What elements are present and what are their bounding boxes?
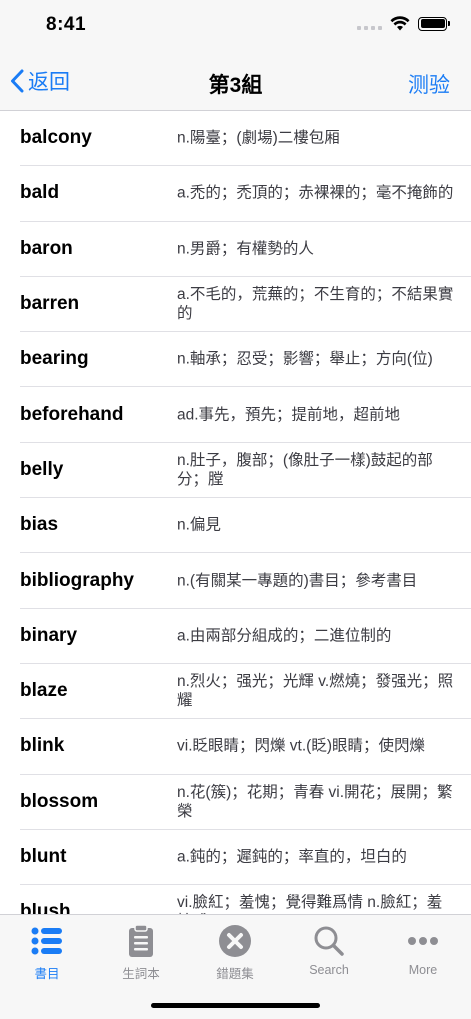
more-icon bbox=[408, 937, 438, 945]
tab-label: 錯題集 bbox=[216, 967, 254, 981]
word-term: blink bbox=[20, 735, 65, 757]
list-item[interactable]: blunt a.鈍的；遲鈍的；率直的，坦白的 bbox=[20, 830, 471, 886]
word-term: blaze bbox=[20, 680, 68, 702]
navigation-bar: 返回 第3組 测验 bbox=[0, 50, 471, 111]
word-meaning: ad.事先，預先；提前地，超前地 bbox=[177, 406, 401, 424]
list-item[interactable]: bearing n.軸承；忍受；影響；舉止；方向(位) bbox=[20, 332, 471, 388]
word-meaning: n.烈火；强光；光輝 v.燃燒；發强光；照耀 bbox=[177, 673, 454, 710]
list-item[interactable]: blush vi.臉紅；羞愧；覺得難爲情 n.臉紅；羞愧感 bbox=[20, 885, 471, 914]
status-time: 8:41 bbox=[46, 14, 87, 35]
x-circle-icon bbox=[219, 925, 251, 957]
list-item[interactable]: beforehand ad.事先，預先；提前地，超前地 bbox=[20, 387, 471, 443]
word-meaning: n.花(簇)；花期；青春 vi.開花；展開；繁榮 bbox=[177, 783, 453, 820]
battery-icon bbox=[418, 16, 450, 31]
tab-book-list[interactable]: 書目 bbox=[0, 923, 94, 982]
list-item[interactable]: balcony n.陽臺；(劇場)二樓包厢 bbox=[20, 111, 471, 167]
list-item[interactable]: belly n.肚子，腹部；(像肚子一樣)鼓起的部分；膛 bbox=[20, 443, 471, 499]
list-item[interactable]: blossom n.花(簇)；花期；青春 vi.開花；展開；繁榮 bbox=[20, 775, 471, 830]
word-meaning: a.不毛的，荒蕪的；不生育的；不結果實的 bbox=[177, 286, 454, 323]
word-term: bibliography bbox=[20, 569, 134, 591]
word-meaning: n.(有關某一專題的)書目；參考書目 bbox=[177, 572, 418, 590]
word-term: binary bbox=[20, 624, 78, 646]
word-list[interactable]: balcony n.陽臺；(劇場)二樓包厢 bald a.禿的；禿頂的；赤裸裸的… bbox=[0, 111, 471, 914]
word-term: bearing bbox=[20, 348, 89, 370]
word-meaning: vi.眨眼睛；閃爍 vt.(眨)眼睛；使閃爍 bbox=[177, 737, 425, 755]
word-meaning: n.軸承；忍受；影響；舉止；方向(位) bbox=[177, 350, 433, 368]
word-meaning: n.陽臺；(劇場)二樓包厢 bbox=[177, 129, 340, 147]
list-item[interactable]: bald a.禿的；禿頂的；赤裸裸的；毫不掩飾的 bbox=[20, 166, 471, 222]
word-term: barren bbox=[20, 293, 80, 315]
tab-more[interactable]: More bbox=[376, 923, 470, 977]
word-meaning: n.肚子，腹部；(像肚子一樣)鼓起的部分；膛 bbox=[177, 451, 433, 488]
tab-label: 書目 bbox=[34, 967, 60, 981]
tab-label: More bbox=[408, 963, 438, 977]
word-term: blush bbox=[20, 901, 71, 914]
tab-label: 生詞本 bbox=[122, 967, 160, 981]
word-meaning: a.鈍的；遲鈍的；率直的，坦白的 bbox=[177, 848, 407, 866]
page-title: 第3組 bbox=[208, 74, 263, 97]
list-item[interactable]: bibliography n.(有關某一專題的)書目；參考書目 bbox=[20, 553, 471, 609]
home-indicator[interactable] bbox=[151, 1003, 320, 1008]
list-item[interactable]: binary a.由兩部分組成的；二進位制的 bbox=[20, 609, 471, 664]
status-icons bbox=[357, 16, 450, 31]
word-term: baron bbox=[20, 237, 73, 259]
status-bar: 8:41 bbox=[0, 0, 471, 50]
tab-search[interactable]: Search bbox=[282, 923, 376, 977]
word-meaning: a.由兩部分組成的；二進位制的 bbox=[177, 627, 392, 645]
signal-icon bbox=[357, 18, 382, 30]
tab-wrong-answers[interactable]: 錯題集 bbox=[188, 923, 282, 982]
tab-vocabulary-book[interactable]: 生詞本 bbox=[94, 923, 188, 982]
word-term: beforehand bbox=[20, 403, 124, 425]
word-term: belly bbox=[20, 458, 64, 480]
word-term: blossom bbox=[20, 790, 99, 812]
list-item[interactable]: barren a.不毛的，荒蕪的；不生育的；不結果實的 bbox=[20, 277, 471, 333]
list-item[interactable]: baron n.男爵；有權勢的人 bbox=[20, 222, 471, 277]
word-term: balcony bbox=[20, 127, 92, 149]
word-term: bias bbox=[20, 514, 59, 536]
word-meaning: n.男爵；有權勢的人 bbox=[177, 240, 314, 258]
word-meaning: a.禿的；禿頂的；赤裸裸的；毫不掩飾的 bbox=[177, 184, 454, 202]
tab-label: Search bbox=[309, 963, 349, 977]
list-item[interactable]: blaze n.烈火；强光；光輝 v.燃燒；發强光；照耀 bbox=[20, 664, 471, 720]
word-term: bald bbox=[20, 182, 60, 204]
list-item[interactable]: bias n.偏見 bbox=[20, 498, 471, 554]
word-meaning: vi.臉紅；羞愧；覺得難爲情 n.臉紅；羞愧感 bbox=[177, 894, 443, 914]
clipboard-icon bbox=[129, 924, 153, 957]
wifi-icon bbox=[390, 16, 410, 31]
word-meaning: n.偏見 bbox=[177, 516, 221, 534]
search-icon bbox=[314, 926, 344, 956]
quiz-button[interactable]: 测验 bbox=[408, 69, 450, 99]
list-icon bbox=[31, 927, 62, 955]
list-item[interactable]: blink vi.眨眼睛；閃爍 vt.(眨)眼睛；使閃爍 bbox=[20, 719, 471, 775]
word-term: blunt bbox=[20, 846, 67, 867]
